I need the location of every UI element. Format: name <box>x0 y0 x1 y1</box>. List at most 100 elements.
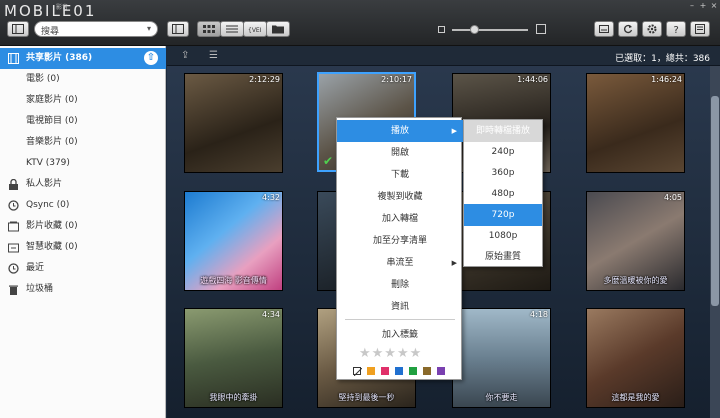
maximize-icon[interactable]: + <box>699 2 707 10</box>
video-duration: 4:32 <box>262 193 280 202</box>
settings-button[interactable] <box>642 21 662 37</box>
color-swatch-purple[interactable] <box>437 367 445 375</box>
video-thumbnail[interactable]: 4:34 我眼中的牽掛 <box>184 308 283 408</box>
panel-toggle-button[interactable] <box>167 21 189 37</box>
upload-icon[interactable]: ⇪ <box>181 50 189 61</box>
folder-view-button[interactable] <box>266 21 290 37</box>
submenu-item-original[interactable]: 原始畫質 <box>464 246 542 268</box>
menu-item-add-share-list[interactable]: 加至分享清單 <box>337 230 463 252</box>
video-thumbnail[interactable]: 1:46:24 <box>586 73 685 173</box>
minimize-icon[interactable]: – <box>688 2 696 10</box>
video-duration: 1:46:24 <box>651 75 682 84</box>
submenu-item-480p[interactable]: 480p <box>464 183 542 205</box>
video-library-icon <box>8 53 19 64</box>
thumb-size-large-icon[interactable] <box>536 24 546 34</box>
sidebar-item-ktv[interactable]: KTV (379) <box>0 153 166 174</box>
help-button[interactable]: ? <box>666 21 686 37</box>
video-thumbnail[interactable]: 4:05 多麼溫暖被你的愛 <box>586 191 685 291</box>
sidebar-item-collection[interactable]: 影片收藏 (0) <box>0 216 166 237</box>
thumb-size-slider[interactable] <box>452 29 528 31</box>
submenu-item-1080p[interactable]: 1080p <box>464 225 542 247</box>
trash-icon <box>9 285 18 295</box>
menu-item-download[interactable]: 下載 <box>337 164 463 186</box>
menu-item-label: 播放 <box>390 126 409 136</box>
scrollbar-thumb[interactable] <box>711 96 719 306</box>
video-caption: 你不要走 <box>485 393 518 402</box>
menu-item-open[interactable]: 開啟 <box>337 142 463 164</box>
video-caption: 這都是我的愛 <box>611 393 660 402</box>
sidebar-item-recent[interactable]: 最近 <box>0 258 166 279</box>
scrollbar[interactable] <box>710 66 720 418</box>
video-caption: 堅持到最後一秒 <box>338 393 395 402</box>
video-thumbnail[interactable]: 2:12:29 <box>184 73 283 173</box>
sidebar-item-movies[interactable]: 電影 (0) <box>0 69 166 90</box>
color-swatch-green[interactable] <box>409 367 417 375</box>
thumb-size-small-icon[interactable] <box>438 26 445 33</box>
sidebar-item-home-videos[interactable]: 家庭影片 (0) <box>0 90 166 111</box>
more-button[interactable] <box>690 21 710 37</box>
refresh-button[interactable] <box>618 21 638 37</box>
rating-stars[interactable]: ★★★★★ <box>359 347 443 361</box>
search-box[interactable]: 搜尋 ▾ <box>34 21 158 37</box>
qsync-icon <box>8 200 19 211</box>
menu-item-label: 加至分享清單 <box>372 236 427 246</box>
svg-text:{VEII: {VEII <box>248 27 262 33</box>
upload-icon[interactable]: ⇧ <box>144 51 158 65</box>
video-duration: 2:12:29 <box>249 75 280 84</box>
slideshow-button[interactable] <box>594 21 614 37</box>
app-logo-sub: 影音 <box>56 4 69 11</box>
settings-icon <box>647 24 657 34</box>
color-swatch-pink[interactable] <box>381 367 389 375</box>
color-swatch-brown[interactable] <box>423 367 431 375</box>
thumbnail-view-icon <box>203 25 215 33</box>
submenu-arrow-icon: ▶ <box>451 259 457 267</box>
sidebar-toggle-icon <box>12 24 24 34</box>
submenu-item-360p[interactable]: 360p <box>464 162 542 184</box>
checkmark-icon: ✔ <box>323 154 334 168</box>
sidebar-item-music-videos[interactable]: 音樂影片 (0) <box>0 132 166 153</box>
menu-item-info[interactable]: 資訊 <box>337 296 463 318</box>
video-thumbnail[interactable]: 4:18 你不要走 <box>452 308 551 408</box>
color-swatch-orange[interactable] <box>367 367 375 375</box>
sidebar-item-shared-videos[interactable]: 共享影片 (386) ⇧ <box>0 48 166 69</box>
color-swatch-blue[interactable] <box>395 367 403 375</box>
color-swatch-none[interactable] <box>353 367 362 376</box>
submenu-item-720p[interactable]: 720p <box>464 204 542 226</box>
video-thumbnail[interactable]: 這都是我的愛 <box>586 308 685 408</box>
sidebar-item-tv-shows[interactable]: 電視節目 (0) <box>0 111 166 132</box>
thumb-size-slider-handle[interactable] <box>470 25 479 34</box>
menu-item-label: 串流至 <box>386 258 414 268</box>
sidebar: 共享影片 (386) ⇧ 電影 (0) 家庭影片 (0) 電視節目 (0) 音樂… <box>0 46 166 418</box>
smart-collection-icon <box>8 243 19 253</box>
sidebar-item-qsync[interactable]: Qsync (0) <box>0 195 166 216</box>
sidebar-toggle-button[interactable] <box>7 21 29 37</box>
content-header: ⇪ ☰ 已選取：1，總共：386 <box>167 46 720 66</box>
svg-text:?: ? <box>674 25 679 34</box>
close-icon[interactable]: × <box>710 2 718 10</box>
app-logo: MOBILE01 <box>4 2 97 20</box>
sidebar-item-label: 電影 (0) <box>26 74 60 84</box>
slideshow-icon <box>599 25 609 33</box>
search-dropdown-icon[interactable]: ▾ <box>147 24 151 33</box>
list-view-button[interactable] <box>220 21 244 37</box>
menu-item-delete[interactable]: 刪除 <box>337 274 463 296</box>
video-duration: 2:10:17 <box>381 75 412 84</box>
menu-item-stream-to[interactable]: 串流至 ▶ <box>337 252 463 274</box>
video-thumbnail[interactable]: 4:32 遊戲四海 影音傳情 <box>184 191 283 291</box>
menu-item-add-transcode[interactable]: 加入轉檔 <box>337 208 463 230</box>
submenu-item-240p[interactable]: 240p <box>464 141 542 163</box>
sidebar-item-label: Qsync (0) <box>26 200 70 210</box>
thumbnail-view-button[interactable] <box>197 21 221 37</box>
timeline-view-button[interactable]: {VEII <box>243 21 267 37</box>
menu-item-add-tag[interactable]: 加入標籤 <box>337 324 463 346</box>
sort-icon[interactable]: ☰ <box>209 50 218 61</box>
search-input[interactable]: 搜尋 <box>41 24 59 37</box>
menu-item-copy-to-collection[interactable]: 複製到收藏 <box>337 186 463 208</box>
sidebar-item-trash[interactable]: 垃圾桶 <box>0 279 166 300</box>
sidebar-item-private[interactable]: 私人影片 <box>0 174 166 195</box>
menu-item-label: 刪除 <box>390 280 409 290</box>
menu-item-play[interactable]: 播放 ▶ <box>337 120 463 142</box>
timeline-view-icon: {VEII <box>248 27 262 33</box>
menu-item-label: 資訊 <box>390 302 409 312</box>
sidebar-item-smart-collection[interactable]: 智慧收藏 (0) <box>0 237 166 258</box>
